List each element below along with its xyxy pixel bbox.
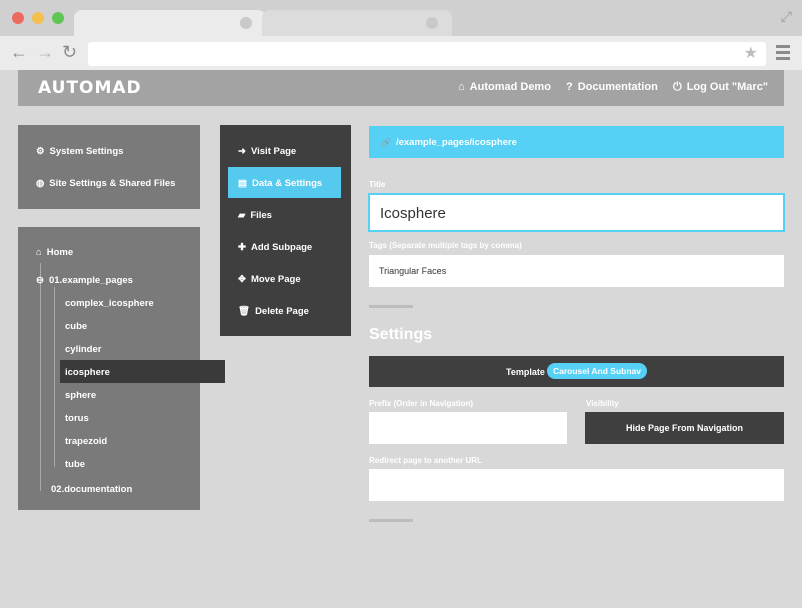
tree-item-torus[interactable]: torus (65, 413, 89, 424)
menu-label: Add Subpage (250, 242, 313, 253)
title-label: Title (369, 180, 386, 189)
tree-item-sphere[interactable]: sphere (65, 390, 96, 401)
address-bar[interactable]: ★ (88, 42, 766, 66)
globe-icon: ◍ (36, 178, 45, 189)
arrow-right-icon: ➜ (238, 146, 246, 157)
tree-line (40, 263, 41, 491)
page-path-bar[interactable]: 🔗 /example_pages/icosphere (369, 126, 784, 158)
redirect-label: Redirect page to another URL (369, 456, 482, 465)
site-settings-link[interactable]: ◍ Site Settings & Shared Files (36, 178, 175, 189)
home-icon: ⌂ (458, 81, 465, 93)
close-window-button[interactable] (12, 12, 24, 24)
tree-item-complex-icosphere[interactable]: complex_icosphere (65, 298, 154, 309)
browser-window: ⤢ ← → ↻ ★ AUTOMAD ⌂ Automad Demo ? Documen… (0, 0, 802, 608)
tree-line (54, 287, 55, 467)
browser-menu-icon[interactable] (776, 45, 790, 63)
file-icon: ▤ (238, 178, 247, 189)
divider (369, 519, 413, 522)
nav-automad-demo[interactable]: ⌂ Automad Demo (458, 81, 551, 93)
tree-item-trapezoid[interactable]: trapezoid (65, 436, 107, 447)
reload-icon[interactable]: ↻ (62, 42, 77, 62)
nav-log-out[interactable]: ⏻ Log Out "Marc" (673, 81, 768, 94)
path-label: /example_pages/icosphere (395, 137, 517, 148)
nav-label: Automad Demo (469, 81, 551, 93)
link-label: Site Settings & Shared Files (49, 178, 176, 189)
tree-item-example-pages[interactable]: ⊖ 01.example_pages (36, 275, 133, 286)
prefix-label: Prefix (Order in Navigation) (369, 399, 474, 408)
menu-label: Delete Page (255, 306, 309, 317)
help-icon: ? (566, 81, 573, 93)
tree-item-cylinder[interactable]: cylinder (65, 344, 101, 355)
tree-label: icosphere (65, 367, 110, 378)
tree-item-home[interactable]: ⌂ Home (36, 247, 73, 258)
power-icon: ⏻ (673, 81, 682, 93)
visibility-label: Visibility (586, 399, 619, 408)
link-icon: 🔗 (381, 138, 391, 147)
menu-label: Files (250, 210, 272, 221)
menu-item-files[interactable]: ▰ Files (238, 210, 272, 221)
tree-label: Home (46, 247, 74, 258)
tab-close-icon[interactable] (426, 17, 438, 29)
automad-logo[interactable]: AUTOMAD (38, 78, 142, 98)
tab-strip: ⤢ (0, 0, 802, 36)
redirect-input[interactable] (369, 469, 784, 501)
nav-label: Documentation (577, 81, 658, 93)
settings-heading: Settings (369, 326, 433, 343)
tree-label: 01.example_pages (48, 275, 133, 286)
tree-item-documentation[interactable]: 02.documentation (51, 484, 132, 495)
menu-item-visit-page[interactable]: ➜ Visit Page (238, 146, 296, 157)
app-header: AUTOMAD ⌂ Automad Demo ? Documentation ⏻ Lo… (18, 70, 784, 106)
bookmark-star-icon[interactable]: ★ (744, 43, 758, 63)
menu-item-add-subpage[interactable]: ✚ Add Subpage (238, 242, 312, 253)
gear-icon: ⚙ (36, 146, 45, 157)
home-icon: ⌂ (36, 247, 42, 258)
minimize-window-button[interactable] (32, 12, 44, 24)
tab-close-icon[interactable] (240, 17, 252, 29)
hide-from-navigation-button[interactable]: Hide Page From Navigation (585, 412, 784, 444)
tags-value: Triangular Faces (379, 266, 447, 276)
forward-icon[interactable]: → (36, 42, 54, 62)
tree-item-cube[interactable]: cube (65, 321, 87, 332)
menu-label: Visit Page (250, 146, 297, 157)
browser-toolbar: ← → ↻ ★ (0, 36, 802, 70)
menu-label: Data & Settings (251, 178, 323, 189)
folder-icon: ▰ (238, 210, 246, 221)
menu-item-move-page[interactable]: ✥ Move Page (238, 274, 301, 285)
menu-item-delete-page[interactable]: 🗑 Delete Page (238, 306, 309, 317)
nav-documentation[interactable]: ? Documentation (566, 81, 658, 93)
settings-panel: ⚙ System Settings ◍ Site Settings & Shared… (18, 125, 200, 209)
template-label: Template (506, 367, 545, 377)
plus-icon: ✚ (238, 242, 246, 253)
divider (369, 305, 413, 308)
tags-label: Tags (Separate multiple tags by comma) (369, 241, 522, 250)
maximize-window-button[interactable] (52, 12, 64, 24)
trash-icon: 🗑 (238, 306, 251, 317)
prefix-input[interactable] (369, 412, 567, 444)
system-settings-link[interactable]: ⚙ System Settings (36, 146, 123, 157)
fullscreen-icon[interactable]: ⤢ (781, 8, 792, 25)
nav-label: Log Out "Marc" (686, 81, 769, 93)
template-value-badge: Carousel And Subnav (547, 363, 648, 379)
template-selector[interactable]: Template Carousel And Subnav (369, 356, 784, 387)
browser-tab-active[interactable] (74, 10, 266, 36)
menu-item-data-settings[interactable]: ▤ Data & Settings (238, 178, 322, 189)
page-viewport: AUTOMAD ⌂ Automad Demo ? Documentation ⏻ Lo… (0, 70, 802, 600)
title-value: Icosphere (380, 205, 446, 222)
tree-item-icosphere-selected[interactable]: icosphere (60, 360, 225, 383)
tags-input[interactable]: Triangular Faces (369, 255, 784, 287)
back-icon[interactable]: ← (10, 42, 28, 62)
collapse-icon: ⊖ (36, 275, 44, 286)
link-label: System Settings (49, 146, 124, 157)
move-icon: ✥ (238, 274, 246, 285)
title-input[interactable]: Icosphere (368, 193, 785, 232)
menu-label: Move Page (250, 274, 301, 285)
browser-tab-inactive[interactable] (262, 10, 452, 36)
tree-item-tube[interactable]: tube (65, 459, 85, 470)
page-path: 🔗 /example_pages/icosphere (381, 137, 517, 148)
page-context-menu: ➜ Visit Page ▤ Data & Settings ▰ Files ✚ Add… (220, 125, 351, 336)
